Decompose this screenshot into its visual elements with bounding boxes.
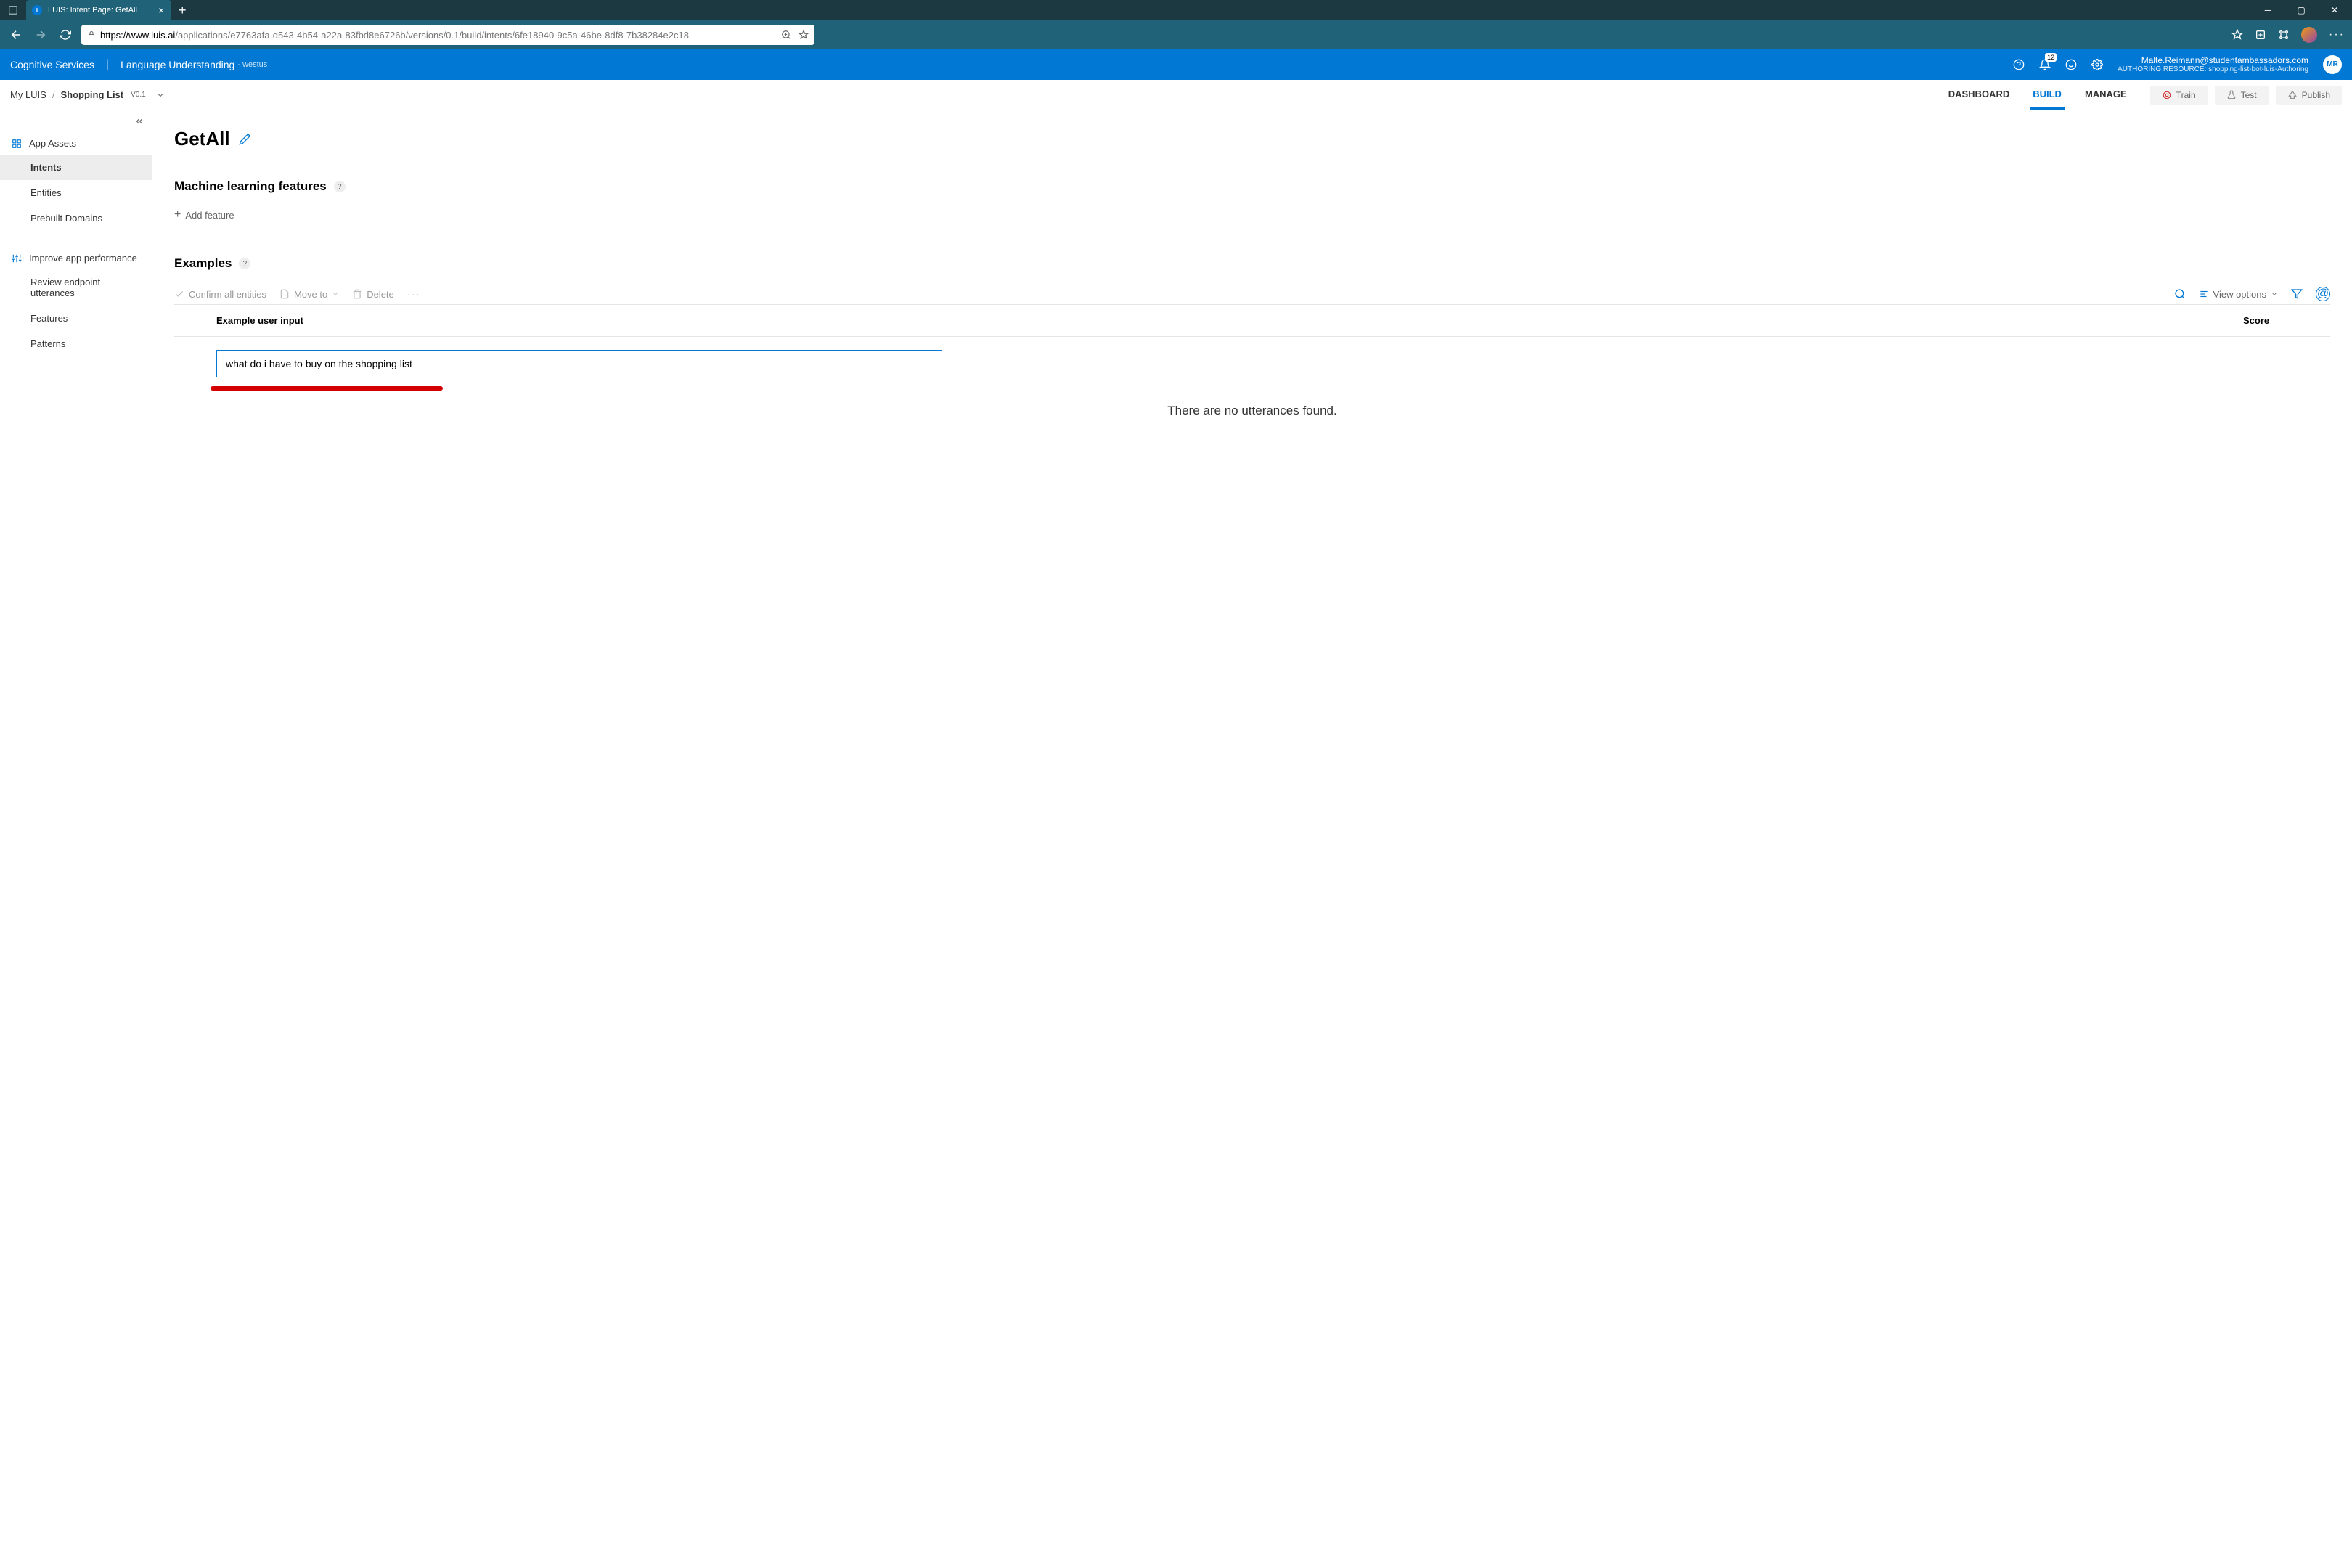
user-info[interactable]: Malte.Reimann@studentambassadors.com AUT… xyxy=(2118,55,2308,74)
ml-features-help-icon[interactable]: ? xyxy=(334,181,346,192)
tab-title: LUIS: Intent Page: GetAll xyxy=(48,6,152,15)
example-utterance-input[interactable] xyxy=(216,350,942,377)
sidebar-item-entities[interactable]: Entities xyxy=(0,180,152,205)
breadcrumb-root[interactable]: My LUIS xyxy=(10,89,46,100)
url-path: /applications/e7763afa-d543-4b54-a22a-83… xyxy=(175,30,689,41)
entity-toggle-icon[interactable]: @ xyxy=(2316,287,2330,301)
titlebar-left: i LUIS: Intent Page: GetAll × + xyxy=(0,0,194,20)
sidebar-item-review[interactable]: Review endpoint utterances xyxy=(0,269,152,306)
sidebar-item-patterns[interactable]: Patterns xyxy=(0,331,152,356)
extensions-icon[interactable] xyxy=(2278,29,2290,41)
forward-button[interactable] xyxy=(32,26,49,44)
menu-icon[interactable]: ··· xyxy=(2329,28,2345,41)
notification-badge: 12 xyxy=(2045,53,2057,62)
th-example-input: Example user input xyxy=(216,315,2243,326)
tab-build[interactable]: BUILD xyxy=(2030,80,2065,110)
move-to-label: Move to xyxy=(294,289,327,300)
examples-toolbar: Confirm all entities Move to Delete ··· … xyxy=(174,284,2330,305)
version-chevron-icon[interactable] xyxy=(156,91,165,99)
refresh-button[interactable] xyxy=(57,26,74,44)
region-label: - westus xyxy=(237,60,267,69)
brand-label[interactable]: Cognitive Services xyxy=(10,59,94,70)
sub-nav: My LUIS / Shopping List V0.1 DASHBOARD B… xyxy=(0,80,2352,110)
examples-help-icon[interactable]: ? xyxy=(239,258,250,269)
th-score: Score xyxy=(2243,315,2330,326)
more-options-icon[interactable]: ··· xyxy=(407,289,421,300)
confirm-all-button[interactable]: Confirm all entities xyxy=(174,289,266,300)
sidebar-item-intents[interactable]: Intents xyxy=(0,155,152,180)
breadcrumb-version: V0.1 xyxy=(131,91,146,99)
breadcrumb-app[interactable]: Shopping List xyxy=(60,89,123,100)
test-label: Test xyxy=(2241,90,2257,100)
search-icon[interactable] xyxy=(2174,288,2186,300)
close-tab-icon[interactable]: × xyxy=(158,4,164,16)
examples-table-header: Example user input Score xyxy=(174,305,2330,337)
collapse-sidebar-icon[interactable] xyxy=(134,116,144,126)
tab-favicon-icon: i xyxy=(32,5,42,15)
delete-label: Delete xyxy=(367,289,394,300)
browser-toolbar: https://www.luis.ai/applications/e7763af… xyxy=(0,20,2352,49)
minimize-button[interactable]: ─ xyxy=(2258,5,2278,15)
user-avatar[interactable]: MR xyxy=(2323,55,2342,74)
ml-features-title: Machine learning features xyxy=(174,179,327,194)
publish-button[interactable]: Publish xyxy=(2276,86,2342,105)
sidebar-app-assets-label: App Assets xyxy=(29,138,76,149)
favorite-icon[interactable] xyxy=(799,30,809,40)
intent-title: GetAll xyxy=(174,128,230,150)
move-to-button[interactable]: Move to xyxy=(279,289,339,300)
breadcrumb-sep: / xyxy=(52,89,55,100)
lock-icon xyxy=(87,30,96,39)
url-host: https://www.luis.ai xyxy=(100,30,175,41)
address-bar[interactable]: https://www.luis.ai/applications/e7763af… xyxy=(81,25,814,45)
notifications-icon[interactable]: 12 xyxy=(2039,59,2051,70)
view-options-button[interactable]: View options xyxy=(2199,289,2278,300)
brand-divider: | xyxy=(106,58,109,71)
delete-button[interactable]: Delete xyxy=(352,289,394,300)
user-resource: AUTHORING RESOURCE: shopping-list-bot-lu… xyxy=(2118,65,2308,74)
add-feature-button[interactable]: + Add feature xyxy=(174,208,2330,221)
empty-state-message: There are no utterances found. xyxy=(174,404,2330,418)
feedback-icon[interactable] xyxy=(2065,59,2077,70)
back-button[interactable] xyxy=(7,26,25,44)
filter-icon[interactable] xyxy=(2291,288,2303,300)
annotation-underline xyxy=(211,386,443,391)
sidebar-section-app-assets[interactable]: App Assets xyxy=(0,132,152,155)
url-text: https://www.luis.ai/applications/e7763af… xyxy=(100,30,689,41)
edit-intent-icon[interactable] xyxy=(239,134,250,145)
sidebar: App Assets Intents Entities Prebuilt Dom… xyxy=(0,110,152,1568)
view-options-label: View options xyxy=(2213,289,2266,300)
settings-icon[interactable] xyxy=(2091,59,2103,70)
examples-title: Examples xyxy=(174,256,232,271)
app-header: Cognitive Services | Language Understand… xyxy=(0,49,2352,80)
train-button[interactable]: Train xyxy=(2150,86,2208,105)
confirm-all-label: Confirm all entities xyxy=(189,289,266,300)
browser-titlebar: i LUIS: Intent Page: GetAll × + ─ ▢ ✕ xyxy=(0,0,2352,20)
user-email: Malte.Reimann@studentambassadors.com xyxy=(2118,55,2308,65)
breadcrumb: My LUIS / Shopping List V0.1 xyxy=(10,89,165,100)
new-tab-button[interactable]: + xyxy=(171,3,194,18)
close-window-button[interactable]: ✕ xyxy=(2324,5,2345,15)
main-content: GetAll Machine learning features ? + Add… xyxy=(152,110,2352,1568)
tab-manage[interactable]: MANAGE xyxy=(2082,80,2130,110)
tab-dashboard[interactable]: DASHBOARD xyxy=(1945,80,2013,110)
sidebar-section-improve[interactable]: Improve app performance xyxy=(0,247,152,269)
test-button[interactable]: Test xyxy=(2215,86,2269,105)
collections-icon[interactable] xyxy=(2255,29,2266,41)
browser-tab[interactable]: i LUIS: Intent Page: GetAll × xyxy=(26,0,171,20)
window-controls: ─ ▢ ✕ xyxy=(2258,5,2352,15)
sidebar-item-prebuilt[interactable]: Prebuilt Domains xyxy=(0,205,152,231)
publish-label: Publish xyxy=(2302,90,2330,100)
product-label[interactable]: Language Understanding xyxy=(121,59,234,70)
help-icon[interactable] xyxy=(2013,59,2025,70)
sidebar-improve-label: Improve app performance xyxy=(29,253,137,264)
add-feature-label: Add feature xyxy=(185,210,234,221)
profile-avatar[interactable] xyxy=(2301,27,2317,43)
favorites-icon[interactable] xyxy=(2231,29,2243,41)
train-label: Train xyxy=(2176,90,2196,100)
app-menu-icon[interactable] xyxy=(0,0,26,20)
sidebar-item-features[interactable]: Features xyxy=(0,306,152,331)
zoom-icon[interactable] xyxy=(781,30,791,40)
maximize-button[interactable]: ▢ xyxy=(2291,5,2311,15)
